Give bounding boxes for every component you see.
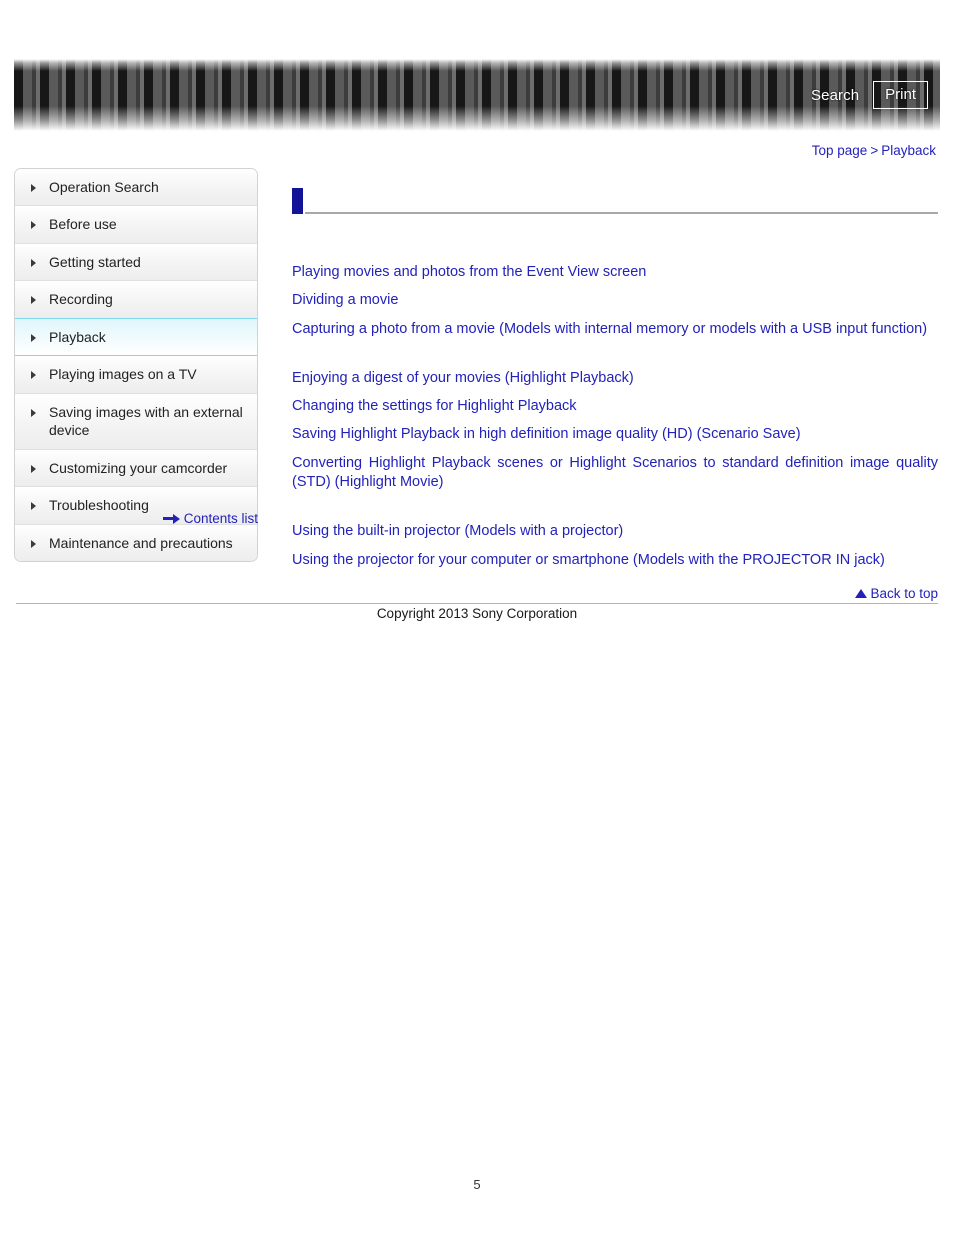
contents-list-link[interactable]: Contents list: [14, 511, 258, 526]
title-rule: [305, 212, 938, 214]
breadcrumb-current[interactable]: Playback: [881, 143, 936, 158]
triangle-right-icon: [31, 334, 40, 342]
content-link[interactable]: Saving Highlight Playback in high defini…: [292, 425, 938, 444]
contents-list-label: Contents list: [183, 511, 258, 526]
content-link[interactable]: Enjoying a digest of your movies (Highli…: [292, 369, 938, 388]
header-controls: Search Print: [811, 59, 928, 131]
header-fade-overlay: [14, 59, 940, 131]
link-group-projector: Using the built-in projector (Models wit…: [292, 522, 938, 570]
content-link[interactable]: Changing the settings for Highlight Play…: [292, 397, 938, 416]
header-banner: Search Print: [14, 59, 940, 131]
footer-divider: [16, 603, 938, 604]
triangle-right-icon: [31, 221, 40, 229]
sidebar-item-label: Customizing your camcorder: [49, 459, 228, 476]
sidebar-item-operation-search[interactable]: Operation Search: [15, 169, 257, 207]
sidebar-item-label: Maintenance and precautions: [49, 534, 233, 551]
sidebar-item-label: Operation Search: [49, 179, 159, 195]
title-marker: [292, 188, 303, 214]
content-link[interactable]: Capturing a photo from a movie (Models w…: [292, 320, 938, 339]
breadcrumb-separator: >: [870, 143, 879, 158]
sidebar-item-playing-images-on-a-tv[interactable]: Playing images on a TV: [15, 356, 257, 394]
content-link[interactable]: Converting Highlight Playback scenes or …: [292, 454, 938, 493]
sidebar-item-getting-started[interactable]: Getting started: [15, 243, 257, 282]
link-group-highlight-playback: Enjoying a digest of your movies (Highli…: [292, 369, 938, 492]
sidebar-item-playback[interactable]: Playback: [15, 317, 257, 357]
content-link[interactable]: Using the built-in projector (Models wit…: [292, 522, 938, 541]
print-button[interactable]: Print: [873, 81, 928, 109]
breadcrumb-top-page[interactable]: Top page: [812, 143, 868, 158]
triangle-right-icon: [31, 184, 40, 192]
search-link[interactable]: Search: [811, 88, 859, 103]
sidebar-item-before-use[interactable]: Before use: [15, 206, 257, 244]
sidebar-item-label: Getting started: [49, 253, 141, 270]
triangle-right-icon: [31, 409, 40, 417]
triangle-right-icon: [31, 371, 40, 379]
triangle-right-icon: [31, 259, 40, 267]
arrow-right-icon: [162, 513, 181, 524]
page-number: 5: [473, 1177, 481, 1192]
triangle-right-icon: [31, 540, 40, 548]
content-link[interactable]: Playing movies and photos from the Event…: [292, 263, 938, 282]
sidebar-item-label: Recording: [49, 291, 113, 308]
triangle-up-icon: [855, 589, 868, 598]
content-link[interactable]: Using the projector for your computer or…: [292, 551, 938, 570]
sidebar-item-label: Before use: [49, 216, 117, 233]
sidebar-item-label: Playback: [49, 328, 106, 345]
sidebar-item-saving-images-with-an-external-device[interactable]: Saving images with an external device: [15, 393, 257, 450]
link-group-playback-basics: Playing movies and photos from the Event…: [292, 263, 938, 339]
breadcrumb: Top page > Playback: [812, 143, 936, 158]
sidebar-item-customizing-your-camcorder[interactable]: Customizing your camcorder: [15, 449, 257, 488]
triangle-right-icon: [31, 296, 40, 304]
copyright-text: Copyright 2013 Sony Corporation: [376, 606, 578, 621]
sidebar-item-label: Saving images with an external device: [49, 403, 243, 439]
back-to-top-label: Back to top: [870, 586, 938, 601]
sidebar-item-label: Playing images on a TV: [49, 366, 197, 383]
sidebar-item-maintenance-and-precautions[interactable]: Maintenance and precautions: [15, 524, 257, 562]
triangle-right-icon: [31, 465, 40, 473]
sidebar-item-recording[interactable]: Recording: [15, 281, 257, 319]
content-link[interactable]: Dividing a movie: [292, 291, 938, 310]
content-title-row: [292, 186, 938, 214]
sidebar-navigation: Operation Search Before use Getting starte…: [14, 168, 258, 563]
main-content: Playing movies and photos from the Event…: [292, 186, 938, 570]
triangle-right-icon: [31, 502, 40, 510]
back-to-top-link[interactable]: Back to top: [855, 586, 938, 601]
